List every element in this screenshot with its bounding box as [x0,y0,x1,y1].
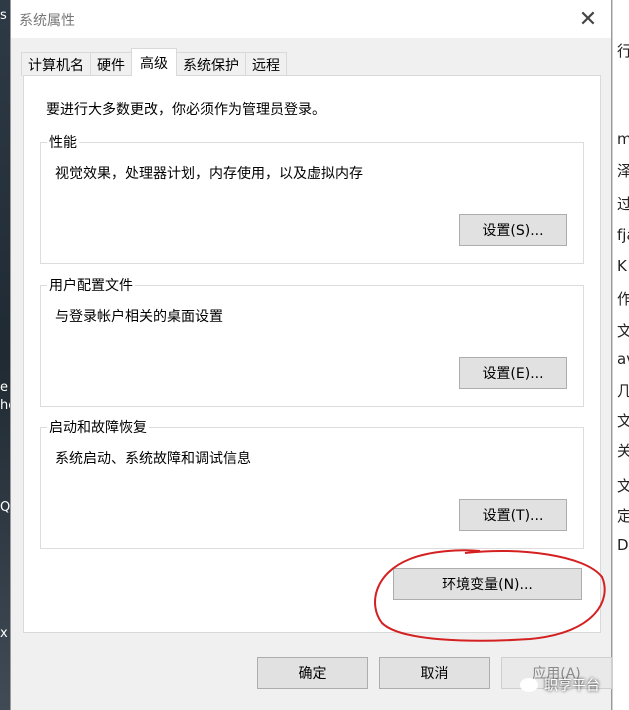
close-icon: ✕ [578,6,598,32]
bg-text: m [617,130,629,148]
title-bar[interactable]: 系统属性 ✕ [11,0,611,38]
bg-text: s [0,8,7,23]
tab-computer-name[interactable]: 计算机名 [21,52,91,76]
environment-variables-button[interactable]: 环境变量(N)... [393,568,582,600]
bg-text: x [0,626,8,641]
close-button[interactable]: ✕ [565,0,611,38]
user-profiles-label: 用户配置文件 [47,275,135,295]
tab-hardware[interactable]: 硬件 [90,52,132,76]
ok-button[interactable]: 确定 [257,657,368,689]
bg-text: fja [617,226,629,244]
bg-text: 文 [617,412,629,430]
bg-text: K [617,257,627,275]
tab-advanced[interactable]: 高级 [131,48,177,76]
performance-description: 视觉效果，处理器计划，内存使用，以及虚拟内存 [55,166,363,182]
user-profiles-group: 用户配置文件 与登录帐户相关的桌面设置 设置(E)... [40,275,584,407]
tab-system-protection[interactable]: 系统保护 [176,52,246,76]
user-profiles-settings-button[interactable]: 设置(E)... [459,357,567,389]
bg-text: 关 [617,442,629,460]
bg-text: 文 [617,477,629,495]
performance-settings-button[interactable]: 设置(S)... [459,214,567,246]
user-profiles-description: 与登录帐户相关的桌面设置 [55,309,223,325]
startup-recovery-settings-button[interactable]: 设置(T)... [459,499,567,531]
bg-text: Q [0,500,11,515]
bg-text: av [617,350,629,368]
window-title: 系统属性 [19,13,75,29]
startup-recovery-group: 启动和故障恢复 系统启动、系统故障和调试信息 设置(T)... [40,417,584,549]
background-window-right: 行 m 泽 过 fja K 作 文 av 几 文 关 文 定 D [612,0,629,710]
startup-recovery-label: 启动和故障恢复 [47,417,149,437]
advanced-tab-panel: 要进行大多数更改，你必须作为管理员登录。 性能 视觉效果，处理器计划，内存使用，… [23,75,601,633]
bg-text: 行 [617,42,629,60]
system-properties-dialog: 系统属性 ✕ 计算机名 硬件 高级 系统保护 远程 要进行大多数更改，你必须作为… [10,0,612,710]
bg-text: e [0,380,8,395]
bg-text: 过 [617,195,629,213]
performance-group: 性能 视觉效果，处理器计划，内存使用，以及虚拟内存 设置(S)... [40,132,584,264]
bg-text: 泽 [617,162,629,180]
admin-notice: 要进行大多数更改，你必须作为管理员登录。 [46,102,326,118]
watermark: 职享平台 [520,675,600,695]
tab-bar: 计算机名 硬件 高级 系统保护 远程 [21,48,287,76]
startup-recovery-description: 系统启动、系统故障和调试信息 [55,451,251,467]
wechat-icon [520,678,538,692]
tab-remote[interactable]: 远程 [245,52,287,76]
performance-label: 性能 [47,132,79,152]
cancel-button[interactable]: 取消 [379,657,490,689]
bg-text: 几 [617,382,629,400]
bg-text: D [617,536,629,554]
watermark-text: 职享平台 [544,678,600,694]
bg-text: 作 [617,290,629,308]
bg-text: 定 [617,507,629,525]
bg-text: 文 [617,322,629,340]
